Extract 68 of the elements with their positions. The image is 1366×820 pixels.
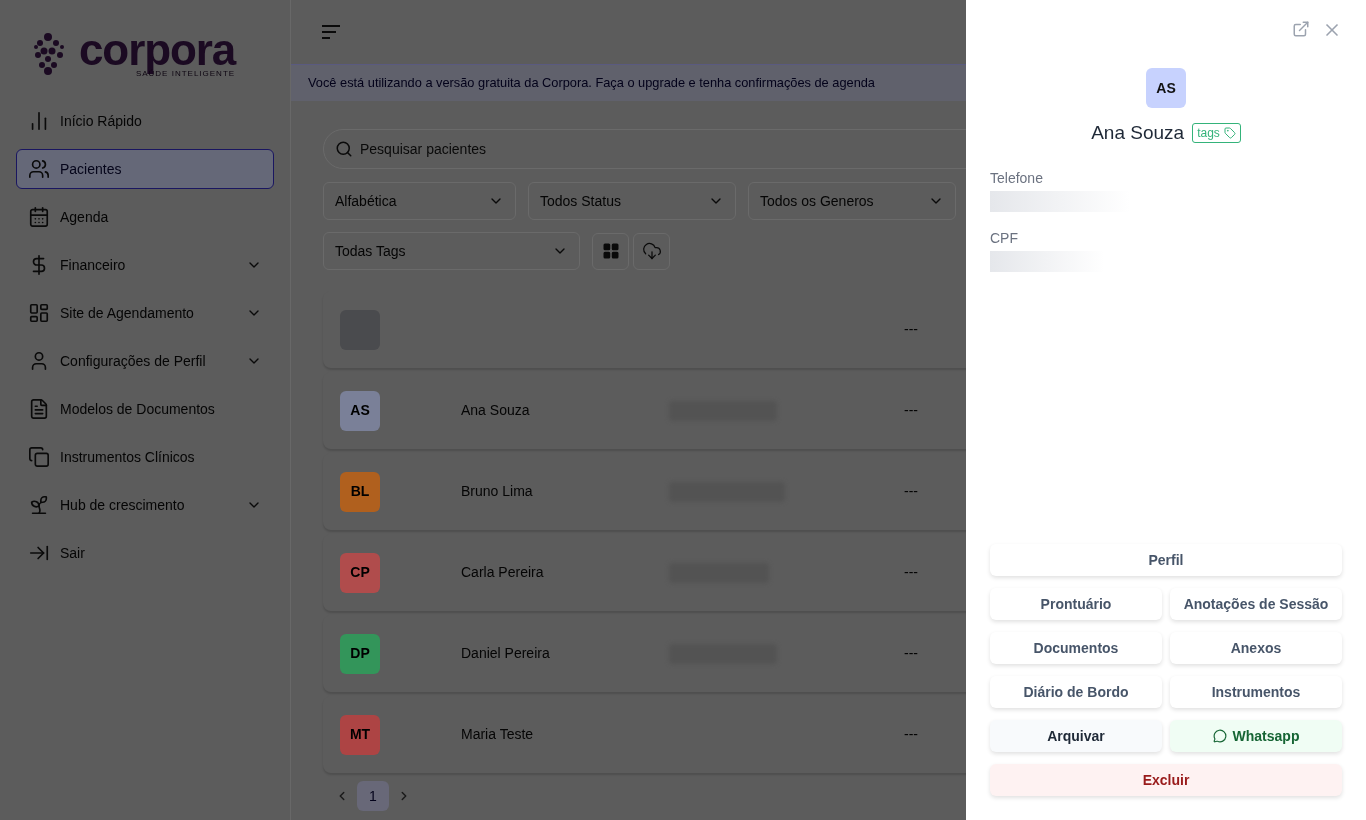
patient-name-heading: Ana Souza <box>1091 121 1185 145</box>
patient-row[interactable]: DP Daniel Pereira --- <box>323 615 966 692</box>
search-field[interactable]: Pesquisar pacientes <box>323 129 966 169</box>
patient-avatar: BL <box>340 471 380 512</box>
external-link-icon[interactable] <box>1292 20 1310 38</box>
sidebar-item[interactable]: Site de Agendamento <box>16 293 274 333</box>
tag-icon <box>1223 127 1236 140</box>
patient-row[interactable]: MT Maria Teste --- <box>323 696 966 773</box>
tags-badge[interactable]: tags <box>1192 123 1241 144</box>
patient-row[interactable]: BL Bruno Lima --- <box>323 453 966 530</box>
sidebar-item[interactable]: Agenda <box>16 197 274 237</box>
sidebar-item[interactable]: Sair <box>16 533 274 573</box>
drawer-action-button[interactable]: Anotações de Sessão <box>1170 588 1342 620</box>
drawer-action-button[interactable]: Excluir <box>990 764 1342 796</box>
drawer-action-button[interactable]: Diário de Bordo <box>990 676 1162 708</box>
sidebar-item[interactable]: Configurações de Perfil <box>16 341 274 381</box>
patient-name: Daniel Pereira <box>461 644 551 663</box>
cloud-download-icon <box>641 241 662 261</box>
filter-select[interactable]: Todas Tags <box>323 232 580 270</box>
filter-select[interactable]: Todos Status <box>528 182 736 220</box>
drawer-action-button[interactable]: Arquivar <box>990 720 1162 752</box>
patient-status: --- <box>904 320 918 339</box>
sidebar-item[interactable]: Hub de crescimento <box>16 485 274 525</box>
search-icon <box>335 140 353 158</box>
patient-row[interactable]: AS Ana Souza --- <box>323 372 966 449</box>
drawer-action-button[interactable]: Whatsapp <box>1170 720 1342 752</box>
sprout-icon <box>28 494 50 516</box>
grid-view-button[interactable] <box>592 232 629 270</box>
patient-avatar: AS <box>340 390 380 431</box>
grid-icon <box>28 302 50 324</box>
sidebar-item[interactable]: Pacientes <box>16 149 274 189</box>
patient-name: Bruno Lima <box>461 482 534 501</box>
field-label: Telefone <box>990 168 1044 188</box>
patient-status: --- <box>904 725 918 744</box>
sidebar-item[interactable]: Instrumentos Clínicos <box>16 437 274 477</box>
patient-avatar: CP <box>340 552 380 593</box>
filter-select[interactable]: Todos os Generos <box>748 182 956 220</box>
filter-select[interactable]: Alfabética <box>323 182 516 220</box>
menu-icon[interactable] <box>321 24 341 40</box>
whatsapp-icon <box>1212 729 1227 743</box>
patient-name: Carla Pereira <box>461 563 545 582</box>
calendar-icon <box>28 206 50 228</box>
sidebar-item[interactable]: Financeiro <box>16 245 274 285</box>
people-icon <box>28 158 50 180</box>
drawer-action-button[interactable]: Anexos <box>1170 632 1342 664</box>
patient-row[interactable]: CP Carla Pereira --- <box>323 534 966 611</box>
drawer-action-button[interactable]: Perfil <box>990 544 1342 576</box>
patient-avatar: MT <box>340 714 380 755</box>
patient-name: Ana Souza <box>461 401 531 420</box>
grid-icon <box>601 242 620 260</box>
patient-status: --- <box>904 563 918 582</box>
patient-status: --- <box>904 644 918 663</box>
download-button[interactable] <box>633 232 670 270</box>
drawer-avatar: AS <box>1146 68 1186 108</box>
page-button[interactable]: 1 <box>357 781 389 811</box>
patient-status: --- <box>904 401 918 420</box>
sidebar-item[interactable]: Início Rápido <box>16 101 274 141</box>
drawer-action-button[interactable]: Documentos <box>990 632 1162 664</box>
field-label: CPF <box>990 228 1019 248</box>
patient-row[interactable]: --- <box>323 291 966 368</box>
sidebar-item[interactable]: Modelos de Documentos <box>16 389 274 429</box>
drawer-action-button[interactable]: Instrumentos <box>1170 676 1342 708</box>
patient-status: --- <box>904 482 918 501</box>
drawer-action-button[interactable]: Prontuário <box>990 588 1162 620</box>
banner-text: Você está utilizando a versão gratuita da Corpora. Faça o upgrade e tenha confirmações de agenda <box>308 74 875 93</box>
document-icon <box>28 398 50 420</box>
patient-avatar: DP <box>340 633 380 674</box>
patient-name: Maria Teste <box>461 725 535 744</box>
